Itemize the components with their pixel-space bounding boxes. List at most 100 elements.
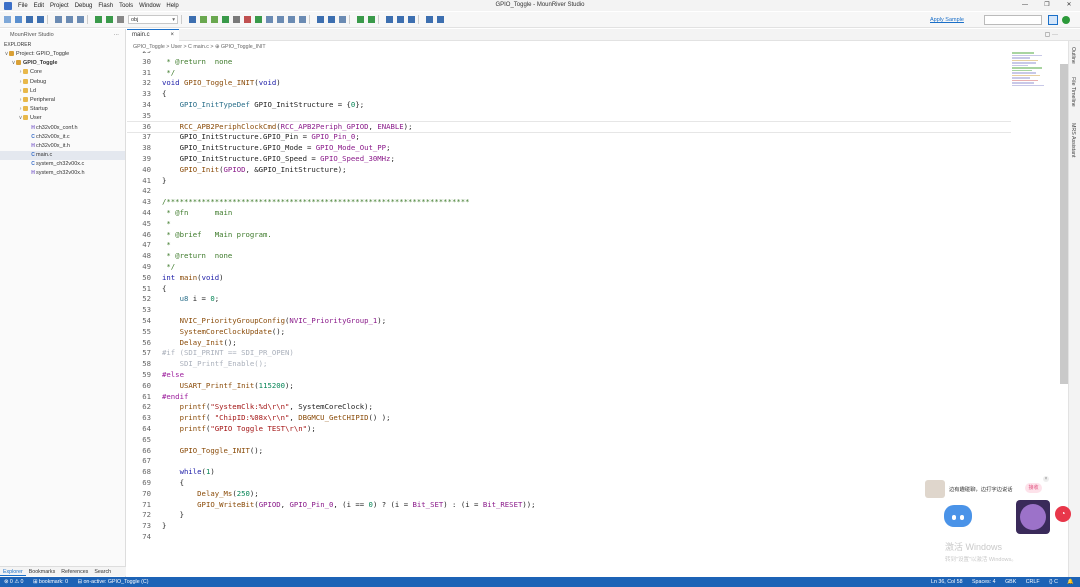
code-line[interactable]: 42 — [127, 186, 1011, 197]
tab-file-timeline[interactable]: File Timeline — [1070, 77, 1076, 107]
code-line[interactable]: 55 SystemCoreClockUpdate(); — [127, 327, 1011, 338]
indentation[interactable]: Spaces: 4 — [972, 579, 996, 585]
terminal-icon[interactable] — [299, 16, 306, 23]
code-line[interactable]: 74 — [127, 532, 1011, 543]
code-line[interactable]: 40 GPIO_Init(GPIOD, &GPIO_InitStructure)… — [127, 165, 1011, 176]
code-line[interactable]: 58 SDI_Printf_Enable(); — [127, 359, 1011, 370]
menu-item-window[interactable]: Window — [136, 3, 163, 9]
code-line[interactable]: 60 USART_Printf_Init(115200); — [127, 381, 1011, 392]
code-line[interactable]: 31 */ — [127, 68, 1011, 79]
build-target-select[interactable]: obj — [128, 15, 178, 24]
code-line[interactable]: 41} — [127, 176, 1011, 187]
chat-icon[interactable]: ◔ — [1055, 506, 1071, 522]
grid-icon[interactable] — [328, 16, 335, 23]
tab-bookmarks[interactable]: Bookmarks — [26, 567, 59, 576]
redo-icon[interactable] — [437, 16, 444, 23]
minimap[interactable] — [1012, 51, 1050, 111]
current-code-line[interactable]: 36 RCC_APB2PeriphClockCmd(RCC_APB2Periph… — [127, 120, 1011, 134]
code-line[interactable]: 37 GPIO_InitStructure.GPIO_Pin = GPIO_Pi… — [127, 132, 1011, 143]
menu-item-help[interactable]: Help — [163, 3, 181, 9]
code-line[interactable]: 54 NVIC_PriorityGroupConfig(NVIC_Priorit… — [127, 316, 1011, 327]
code-line[interactable]: 68 while(1) — [127, 467, 1011, 478]
code-line[interactable]: 33 { — [127, 89, 1011, 100]
code-line[interactable]: 57 #if (SDI_PRINT == SDI_PR_OPEN) — [127, 348, 1011, 359]
table-icon[interactable] — [77, 16, 84, 23]
cursor-position[interactable]: Ln 36, Col 58 — [931, 579, 963, 585]
extension-icon[interactable] — [1062, 16, 1070, 24]
notifications-icon[interactable]: 🔔 — [1067, 579, 1074, 585]
upload-icon[interactable] — [288, 16, 295, 23]
undo-icon[interactable] — [426, 16, 433, 23]
code-line[interactable]: 51 { — [127, 284, 1011, 295]
active-project[interactable]: ⊟ on-active: GPIO_Toggle (C) — [78, 579, 149, 585]
code-line[interactable]: 73} — [127, 521, 1011, 532]
code-line[interactable]: 43 /*************************************… — [127, 197, 1011, 208]
tab-main-c[interactable]: main.c × — [127, 29, 179, 41]
tab-search[interactable]: Search — [91, 567, 114, 576]
tab-outline[interactable]: Outline — [1070, 47, 1076, 64]
split-layout-icon[interactable] — [1048, 15, 1058, 25]
tree-item[interactable]: Cmain.c — [0, 151, 125, 161]
code-line[interactable]: 67 — [127, 456, 1011, 467]
encoding[interactable]: GBK — [1005, 579, 1016, 585]
language-mode[interactable]: {} C — [1049, 579, 1058, 585]
maximize-button[interactable]: ❐ — [1036, 0, 1058, 11]
toolbar-search-input[interactable] — [984, 15, 1042, 25]
save-all-icon[interactable] — [37, 16, 44, 23]
menu-item-file[interactable]: File — [15, 3, 31, 9]
chip-icon[interactable] — [277, 16, 284, 23]
clean-icon[interactable] — [117, 16, 124, 23]
more-icon[interactable]: ··· — [114, 29, 120, 41]
tree-item[interactable]: Hsystem_ch32v00x.h — [0, 169, 125, 178]
code-line[interactable]: 47 * — [127, 240, 1011, 251]
stop-icon[interactable] — [244, 16, 251, 23]
menu-item-debug[interactable]: Debug — [72, 3, 96, 9]
code-line[interactable]: 69 { — [127, 478, 1011, 489]
editor-scrollbar[interactable] — [1060, 64, 1068, 384]
close-window-button[interactable]: ✕ — [1058, 0, 1080, 11]
new-file-icon[interactable] — [4, 16, 11, 23]
tab-explorer[interactable]: Explorer — [0, 567, 26, 576]
outline-icon[interactable] — [66, 16, 73, 23]
code-line[interactable]: 49 */ — [127, 262, 1011, 273]
code-line[interactable]: 38 GPIO_InitStructure.GPIO_Mode = GPIO_M… — [127, 143, 1011, 154]
split-editor-icon[interactable]: ▢ ··· — [1045, 31, 1058, 38]
debug-icon[interactable] — [211, 16, 218, 23]
accept-button[interactable]: 接收 — [1025, 483, 1042, 493]
download-icon[interactable] — [189, 16, 196, 23]
apply-sample-link[interactable]: Apply Sample — [930, 17, 964, 23]
code-line[interactable]: 48 * @return none — [127, 251, 1011, 262]
code-line[interactable]: 45 * — [127, 219, 1011, 230]
code-line[interactable]: 62 printf("SystemClk:%d\r\n", SystemCore… — [127, 402, 1011, 413]
run-icon[interactable] — [255, 16, 262, 23]
code-line[interactable]: 66 GPIO_Toggle_INIT(); — [127, 446, 1011, 457]
close-tab-icon[interactable]: × — [170, 30, 174, 41]
tree-item[interactable]: ∨ User — [0, 114, 125, 123]
flash-icon[interactable] — [200, 16, 207, 23]
code-line[interactable]: 56 Delay_Init(); — [127, 338, 1011, 349]
tab-references[interactable]: References — [58, 567, 91, 576]
code-line[interactable]: 34 GPIO_InitTypeDef GPIO_InitStructure =… — [127, 100, 1011, 111]
rebuild-icon[interactable] — [106, 16, 113, 23]
go-icon[interactable] — [408, 16, 415, 23]
breadcrumb[interactable]: GPIO_Toggle > User > C main.c > ⊕ GPIO_T… — [133, 44, 266, 50]
tree-item[interactable]: Hch32v00x_it.h — [0, 142, 125, 151]
forward-arrow-icon[interactable] — [397, 16, 404, 23]
code-line[interactable]: 44 * @fn main — [127, 208, 1011, 219]
menu-item-tools[interactable]: Tools — [116, 3, 136, 9]
close-bubble-icon[interactable]: × — [1043, 476, 1049, 482]
code-line[interactable]: 61 #endif — [127, 392, 1011, 403]
line-ending[interactable]: CRLF — [1026, 579, 1040, 585]
bug-icon[interactable] — [222, 16, 229, 23]
code-pair-icon[interactable] — [357, 16, 364, 23]
build-icon[interactable] — [95, 16, 102, 23]
code-line[interactable]: 72 } — [127, 510, 1011, 521]
code-line[interactable]: 35 — [127, 111, 1011, 122]
code-icon[interactable] — [368, 16, 375, 23]
code-line[interactable]: 39 GPIO_InitStructure.GPIO_Speed = GPIO_… — [127, 154, 1011, 165]
code-line[interactable]: 53 — [127, 305, 1011, 316]
bookmark-count[interactable]: ⊞ bookmark: 0 — [33, 579, 68, 585]
step-icon[interactable] — [266, 16, 273, 23]
code-line[interactable]: 52 u8 i = 0; — [127, 294, 1011, 305]
tree-item[interactable]: › Core — [0, 68, 125, 77]
